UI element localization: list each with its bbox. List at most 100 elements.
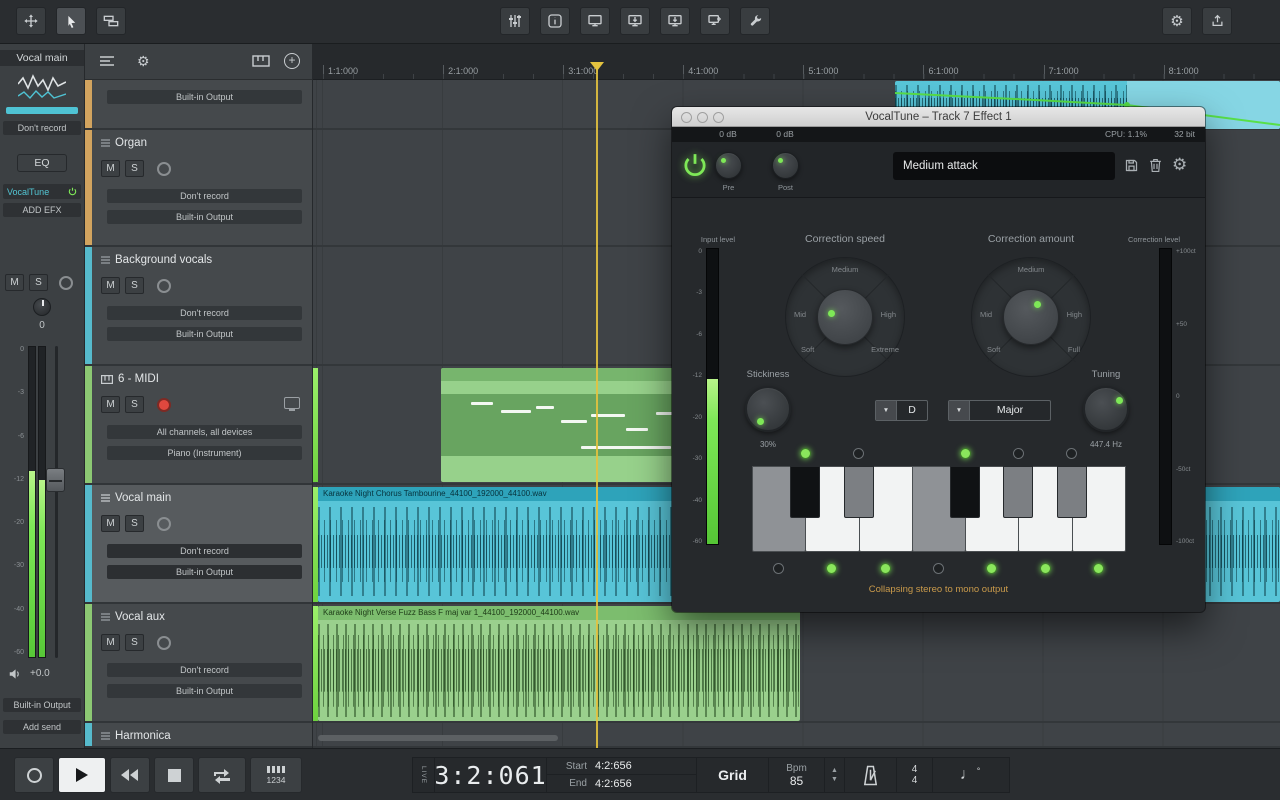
black-key[interactable] — [790, 466, 820, 518]
track-header-midi[interactable]: 6 - MIDI MS All channels, all devices Pi… — [85, 366, 312, 485]
black-key[interactable] — [950, 466, 980, 518]
stop-button[interactable] — [154, 757, 194, 793]
track-header-harmonica[interactable]: Harmonica — [85, 723, 312, 748]
solo-button[interactable]: S — [125, 515, 144, 532]
add-efx-button[interactable]: ADD EFX — [3, 203, 81, 217]
scale-note-dot[interactable] — [933, 563, 944, 574]
rewind-button[interactable] — [110, 757, 150, 793]
eq-button[interactable]: EQ — [17, 154, 67, 172]
record-mode-button[interactable]: Don't record — [107, 663, 302, 677]
monitor-button[interactable] — [580, 7, 610, 35]
record-arm-button[interactable] — [157, 279, 171, 293]
record-arm-button[interactable] — [157, 636, 171, 650]
solo-button[interactable]: S — [125, 160, 144, 177]
timeline-ruler[interactable]: 1:1:0002:1:0003:1:0004:1:0005:1:0006:1:0… — [313, 44, 1280, 80]
record-arm-button[interactable] — [157, 398, 171, 412]
track-settings-gear-icon[interactable]: ⚙ — [137, 54, 150, 68]
stickiness-knob[interactable] — [745, 386, 791, 432]
add-device-button[interactable] — [700, 7, 730, 35]
correction-amount-knob[interactable]: Medium Mid High Soft Full — [971, 257, 1091, 377]
track-header-organ[interactable]: Organ MS Don't record Built-in Output — [85, 130, 312, 247]
midi-input-button[interactable]: All channels, all devices — [107, 425, 302, 439]
mute-button[interactable]: M — [101, 396, 120, 413]
plugin-settings-gear-icon[interactable]: ⚙ — [1172, 156, 1187, 173]
mute-button[interactable]: M — [5, 274, 24, 291]
range-tool-button[interactable] — [96, 7, 126, 35]
black-key[interactable] — [1057, 466, 1087, 518]
scale-note-dot[interactable] — [1066, 448, 1077, 459]
info-button[interactable] — [540, 7, 570, 35]
power-icon[interactable] — [68, 187, 77, 196]
gain-value[interactable]: +0.0 — [30, 668, 50, 679]
key-dropdown[interactable]: ▼ D — [875, 400, 928, 421]
black-key[interactable] — [844, 466, 874, 518]
scale-note-dot[interactable] — [853, 448, 864, 459]
pre-knob[interactable] — [715, 152, 742, 179]
export-button[interactable] — [1202, 7, 1232, 35]
arrow-tool-button[interactable] — [56, 7, 86, 35]
delete-preset-icon[interactable] — [1149, 158, 1162, 173]
sync-settings-button[interactable]: ⚙ — [1162, 7, 1192, 35]
monitor-output-button[interactable] — [660, 7, 690, 35]
track-list-menu-icon[interactable] — [99, 55, 115, 67]
time-display[interactable]: 3:2:061 — [435, 758, 547, 792]
mute-button[interactable]: M — [101, 515, 120, 532]
preset-selector[interactable]: Medium attack — [893, 152, 1115, 180]
record-arm-button[interactable] — [157, 517, 171, 531]
output-button[interactable]: Built-in Output — [107, 90, 302, 104]
scale-note-dot[interactable] — [800, 448, 811, 459]
metronome-toggle[interactable] — [845, 758, 897, 792]
mute-button[interactable]: M — [101, 277, 120, 294]
scale-note-dot[interactable] — [773, 563, 784, 574]
save-preset-icon[interactable] — [1124, 158, 1139, 173]
monitor-button[interactable] — [59, 276, 73, 290]
tuning-knob[interactable] — [1083, 386, 1129, 432]
monitor-icon[interactable] — [284, 397, 300, 409]
record-mode-button[interactable]: Don't record — [107, 189, 302, 203]
track-header-partial[interactable]: Built-in Output — [85, 80, 312, 130]
solo-button[interactable]: S — [29, 274, 48, 291]
loop-button[interactable] — [198, 757, 246, 793]
record-mode-button[interactable]: Don't record — [107, 544, 302, 558]
count-in-button[interactable]: 1234 — [250, 757, 302, 793]
post-knob[interactable] — [772, 152, 799, 179]
track-header-background-vocals[interactable]: Background vocals MS Don't record Built-… — [85, 247, 312, 366]
ruler-mode-icon[interactable] — [252, 55, 270, 67]
track-header-vocal-main[interactable]: Vocal main MS Don't record Built-in Outp… — [85, 485, 312, 604]
scale-note-dot[interactable] — [960, 448, 971, 459]
mixer-button[interactable] — [500, 7, 530, 35]
solo-button[interactable]: S — [125, 396, 144, 413]
insert-effect-slot[interactable]: VocalTune — [3, 184, 81, 199]
scale-note-dot[interactable] — [1040, 563, 1051, 574]
output-button[interactable]: Built-in Output — [107, 565, 302, 579]
scale-note-dot[interactable] — [826, 563, 837, 574]
scale-note-dot[interactable] — [1013, 448, 1024, 459]
move-tool-button[interactable] — [16, 7, 46, 35]
add-track-button[interactable]: + — [284, 53, 300, 69]
output-button[interactable]: Built-in Output — [107, 210, 302, 224]
horizontal-scrollbar[interactable] — [318, 735, 558, 741]
record-button[interactable] — [14, 757, 54, 793]
scale-note-dot[interactable] — [1093, 563, 1104, 574]
black-key[interactable] — [1003, 466, 1033, 518]
scale-note-dot[interactable] — [986, 563, 997, 574]
setup-button[interactable] — [740, 7, 770, 35]
start-value[interactable]: 4:2:656 — [595, 760, 632, 772]
scale-note-dot[interactable] — [880, 563, 891, 574]
solo-button[interactable]: S — [125, 634, 144, 651]
solo-button[interactable]: S — [125, 277, 144, 294]
monitor-input-button[interactable] — [620, 7, 650, 35]
time-signature[interactable]: 4 4 — [897, 758, 933, 792]
instrument-button[interactable]: Piano (Instrument) — [107, 446, 302, 460]
scale-dropdown[interactable]: ▼ Major — [948, 400, 1051, 421]
live-indicator[interactable]: LIVE — [413, 758, 435, 792]
output-button[interactable]: Built-in Output — [107, 684, 302, 698]
bpm-down-icon[interactable]: ▼ — [831, 775, 838, 784]
track-header-vocal-aux[interactable]: Vocal aux MS Don't record Built-in Outpu… — [85, 604, 312, 723]
record-mode-button[interactable]: Don't record — [107, 306, 302, 320]
grid-toggle[interactable]: Grid — [697, 758, 769, 792]
record-mode-button[interactable]: Don't record — [3, 121, 81, 135]
bpm-up-icon[interactable]: ▲ — [831, 766, 838, 775]
mute-button[interactable]: M — [101, 634, 120, 651]
end-value[interactable]: 4:2:656 — [595, 778, 632, 790]
